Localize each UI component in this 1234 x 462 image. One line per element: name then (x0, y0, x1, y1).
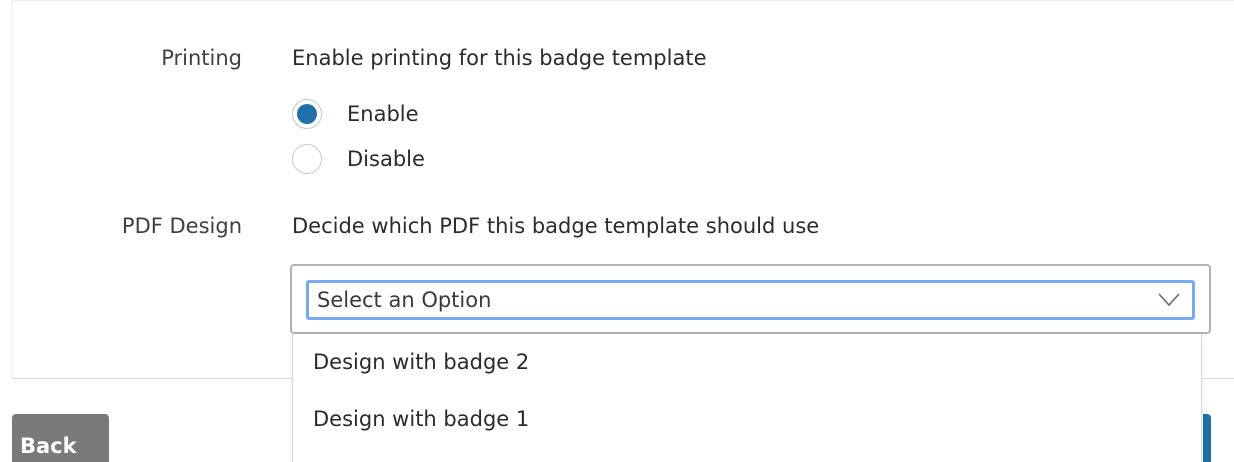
pdf-design-description: Decide which PDF this badge template sho… (292, 214, 820, 238)
pdf-design-select-wrapper: Select an Option (290, 264, 1211, 334)
dropdown-option-design-badge-2[interactable]: Design with badge 2 (293, 334, 1201, 390)
radio-enable[interactable]: Enable (292, 98, 419, 130)
primary-action-button[interactable] (1203, 414, 1211, 462)
pdf-design-dropdown-list: Design with badge 2 Design with badge 1 (292, 334, 1202, 462)
radio-disable-label: Disable (347, 147, 425, 171)
pdf-design-label: PDF Design (121, 214, 242, 238)
back-button[interactable]: Back (12, 414, 109, 462)
badge-template-settings: Printing Enable printing for this badge … (0, 0, 1234, 462)
radio-enable-label: Enable (347, 102, 419, 126)
dropdown-option-design-badge-1[interactable]: Design with badge 1 (293, 391, 1201, 447)
radio-selected-dot (297, 104, 317, 124)
pdf-design-select[interactable]: Select an Option (306, 280, 1195, 320)
select-value: Select an Option (317, 288, 492, 312)
radio-disable-control[interactable] (292, 144, 322, 174)
radio-enable-control[interactable] (292, 99, 322, 129)
chevron-down-icon (1158, 293, 1180, 307)
radio-disable[interactable]: Disable (292, 143, 425, 175)
printing-description: Enable printing for this badge template (292, 46, 707, 70)
printing-label: Printing (161, 46, 242, 70)
